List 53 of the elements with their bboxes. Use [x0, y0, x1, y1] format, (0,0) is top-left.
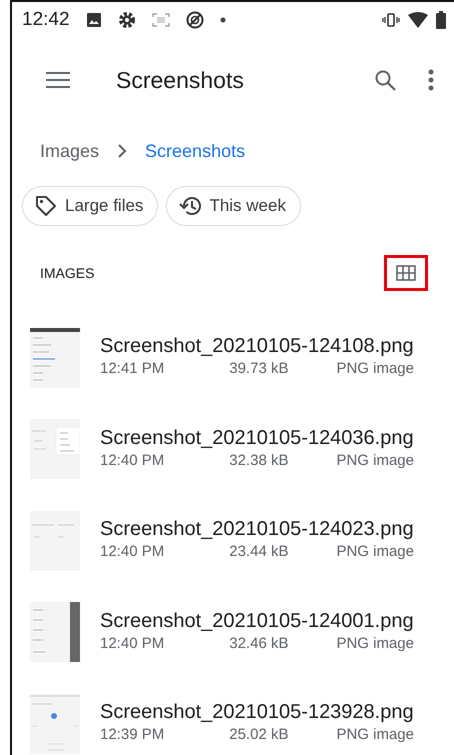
more-options-icon: [428, 69, 434, 91]
file-row[interactable]: Screenshot_20210105-124036.png 12:40 PM 32.38 kB PNG image: [12, 404, 454, 495]
vibrate-icon: [382, 12, 400, 28]
search-icon: [374, 69, 396, 91]
file-type: PNG image: [336, 634, 414, 654]
file-time: 12:40 PM: [100, 634, 164, 654]
file-time: 12:41 PM: [100, 359, 164, 379]
grid-icon: [396, 265, 416, 281]
file-row[interactable]: Screenshot_20210105-124023.png 12:40 PM 23.44 kB PNG image: [12, 495, 454, 586]
filter-chip[interactable]: Large files: [22, 186, 158, 226]
file-size: 25.02 kB: [229, 725, 288, 745]
battery-icon: [436, 11, 446, 29]
file-name: Screenshot_20210105-124023.png: [100, 518, 414, 541]
file-row[interactable]: Screenshot_20210105-124001.png 12:40 PM 32.46 kB PNG image: [12, 586, 454, 678]
file-time: 12:40 PM: [100, 450, 164, 470]
file-row[interactable]: Screenshot_20210105-123928.png 12:39 PM 25.02 kB PNG image: [12, 678, 454, 755]
wifi-icon: [408, 12, 428, 28]
thumbnail-drawing: [30, 694, 80, 754]
file-type: PNG image: [336, 542, 414, 562]
file-name: Screenshot_20210105-124108.png: [100, 335, 414, 358]
app-title: Screenshots: [116, 66, 244, 95]
breadcrumb-item[interactable]: Images: [40, 138, 100, 164]
file-time: 12:40 PM: [100, 542, 164, 562]
breadcrumb-item[interactable]: Screenshots: [145, 138, 246, 164]
history-icon: [179, 195, 202, 217]
file-name: Screenshot_20210105-123928.png: [100, 701, 414, 724]
file-row[interactable]: Screenshot_20210105-124108.png 12:41 PM 39.73 kB PNG image: [12, 312, 454, 404]
file-type: PNG image: [336, 450, 414, 470]
file-type: PNG image: [336, 725, 414, 745]
filter-chip[interactable]: This week: [166, 186, 301, 226]
grid-view-button[interactable]: [384, 255, 428, 291]
file-name: Screenshot_20210105-124001.png: [100, 610, 414, 632]
file-size: 23.44 kB: [229, 542, 288, 562]
clock: 12:42: [22, 8, 70, 32]
file-size: 32.38 kB: [229, 450, 288, 470]
scan-icon: [152, 13, 170, 27]
chevron-icon: [117, 144, 128, 158]
gear-icon: [118, 11, 136, 29]
thumbnail-drawing: [30, 328, 80, 388]
thumbnail-drawing: [30, 419, 80, 480]
dot-icon: [220, 17, 226, 23]
circle-slash-icon: [186, 11, 204, 29]
file-size: 32.46 kB: [229, 634, 288, 654]
file-time: 12:39 PM: [100, 725, 164, 745]
image-icon: [86, 12, 102, 28]
file-type: PNG image: [336, 359, 414, 379]
thumbnail-drawing: [30, 510, 80, 571]
thumbnail-drawing: [30, 602, 80, 662]
file-name: Screenshot_20210105-124036.png: [100, 426, 414, 450]
section-title: IMAGES: [40, 264, 94, 282]
file-size: 39.73 kB: [229, 359, 288, 379]
menu-icon: [46, 71, 70, 89]
tag-icon: [35, 195, 57, 217]
